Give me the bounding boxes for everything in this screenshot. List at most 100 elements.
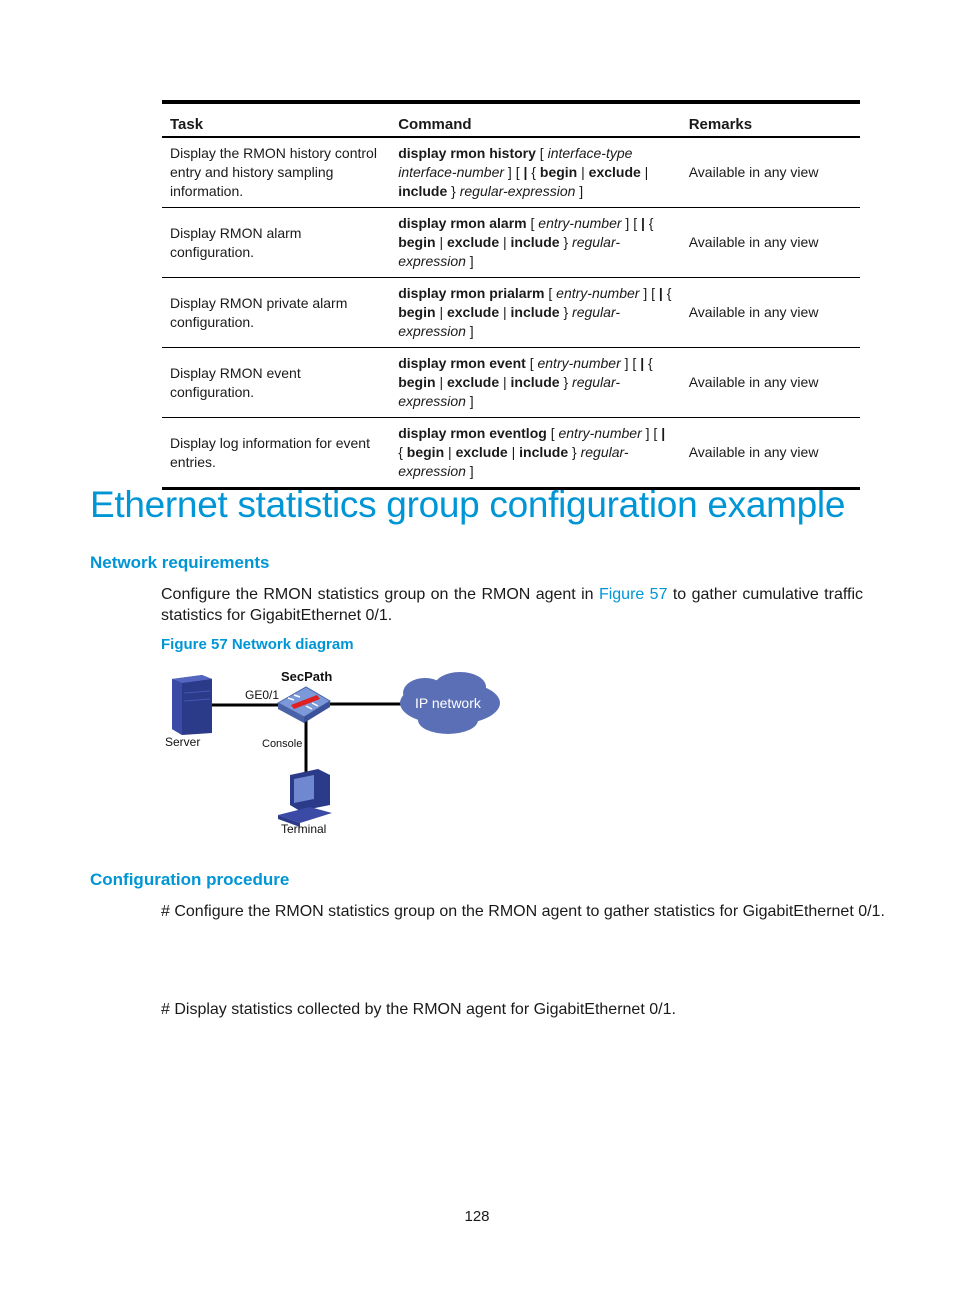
table-row: Display RMON event configuration. displa… bbox=[162, 347, 860, 418]
command-syntax: { bbox=[644, 355, 653, 371]
task-cell: Display RMON event configuration. bbox=[162, 347, 391, 418]
ip-network-label: IP network bbox=[415, 695, 481, 711]
section-title: Ethernet statistics group configuration … bbox=[90, 484, 846, 525]
remarks-cell: Available in any view bbox=[680, 207, 860, 278]
terminal-label: Terminal bbox=[281, 822, 327, 836]
command-syntax: { bbox=[527, 164, 540, 180]
command-syntax: [ bbox=[525, 355, 538, 371]
command-keyword: display rmon prialarm bbox=[398, 285, 545, 301]
secpath-device-icon bbox=[276, 686, 331, 723]
command-syntax: ] [ bbox=[621, 215, 641, 231]
command-syntax: } bbox=[447, 183, 460, 199]
remarks-cell: Available in any view bbox=[680, 417, 860, 490]
table-row: Display RMON alarm configuration. displa… bbox=[162, 207, 860, 278]
column-header-remarks: Remarks bbox=[688, 115, 753, 133]
command-cell: display rmon history [ interface-type in… bbox=[390, 137, 681, 208]
command-keyword: begin bbox=[539, 164, 578, 180]
command-syntax: [ bbox=[546, 425, 559, 441]
table-row: Display the RMON history control entry a… bbox=[162, 137, 860, 208]
procedure-step-1: # Configure the RMON statistics group on… bbox=[161, 903, 885, 920]
requirements-text-before: Configure the RMON statistics group on t… bbox=[161, 586, 599, 603]
command-keyword: begin bbox=[398, 304, 436, 320]
command-syntax: | bbox=[435, 374, 447, 390]
table-row: Display RMON private alarm configuration… bbox=[162, 277, 860, 348]
terminal-icon bbox=[278, 769, 332, 827]
figure-caption: Figure 57 Network diagram bbox=[161, 636, 354, 653]
command-argument: entry-number bbox=[538, 215, 622, 231]
command-cell: display rmon eventlog [ entry-number ] [… bbox=[390, 417, 681, 490]
command-syntax: | bbox=[507, 444, 520, 460]
command-keyword: include bbox=[398, 183, 448, 199]
task-cell: Display RMON private alarm configuration… bbox=[162, 277, 391, 348]
command-keyword: | bbox=[661, 425, 666, 441]
task-cell: Display the RMON history control entry a… bbox=[162, 137, 391, 208]
command-syntax: | bbox=[499, 234, 511, 250]
command-syntax: | bbox=[444, 444, 456, 460]
command-syntax: ] bbox=[465, 463, 474, 479]
network-diagram: SecPath GE0/1 Server Console Terminal IP… bbox=[160, 665, 510, 845]
command-keyword: exclude bbox=[446, 374, 500, 390]
command-syntax: } bbox=[568, 444, 581, 460]
command-syntax: } bbox=[559, 304, 573, 320]
command-keyword: begin bbox=[406, 444, 445, 460]
command-keyword: display rmon history bbox=[398, 145, 536, 161]
command-cell: display rmon prialarm [ entry-number ] [… bbox=[390, 277, 681, 348]
command-argument: entry-number bbox=[537, 355, 621, 371]
command-keyword: display rmon eventlog bbox=[398, 425, 547, 441]
command-syntax: ] bbox=[465, 253, 474, 269]
command-syntax: | bbox=[499, 304, 511, 320]
command-keyword: exclude bbox=[455, 444, 508, 460]
remarks-cell: Available in any view bbox=[680, 277, 860, 348]
console-label: Console bbox=[262, 738, 303, 750]
command-keyword: begin bbox=[398, 234, 436, 250]
command-syntax: | bbox=[435, 234, 447, 250]
column-header-task: Task bbox=[170, 115, 204, 133]
remarks-cell: Available in any view bbox=[680, 347, 860, 418]
command-syntax: } bbox=[559, 374, 573, 390]
network-requirements-text: Configure the RMON statistics group on t… bbox=[161, 584, 863, 626]
command-keyword: include bbox=[510, 374, 560, 390]
column-header-command: Command bbox=[398, 115, 472, 133]
command-syntax: ] bbox=[575, 183, 584, 199]
remarks-cell: Available in any view bbox=[680, 137, 860, 208]
command-argument: entry-number bbox=[556, 285, 640, 301]
port-label: GE0/1 bbox=[245, 688, 280, 702]
command-keyword: include bbox=[510, 304, 560, 320]
command-syntax: ] bbox=[465, 393, 474, 409]
command-keyword: include bbox=[510, 234, 560, 250]
command-keyword: exclude bbox=[446, 234, 500, 250]
command-syntax: ] [ bbox=[620, 355, 641, 371]
command-syntax: | bbox=[577, 164, 589, 180]
task-cell: Display log information for event entrie… bbox=[162, 417, 391, 490]
network-diagram-graphic bbox=[172, 672, 500, 827]
command-syntax: ] bbox=[465, 323, 474, 339]
secpath-label: SecPath bbox=[281, 669, 333, 684]
command-syntax: { bbox=[644, 215, 654, 231]
server-label: Server bbox=[165, 735, 201, 749]
page-number: 128 bbox=[464, 1208, 490, 1225]
command-table: Task Command Remarks Display the RMON hi… bbox=[162, 100, 860, 490]
task-cell: Display RMON alarm configuration. bbox=[162, 207, 391, 278]
network-requirements-heading: Network requirements bbox=[90, 553, 270, 572]
command-syntax: | bbox=[499, 374, 511, 390]
command-keyword: display rmon alarm bbox=[398, 215, 527, 231]
command-argument: regular-expression bbox=[459, 183, 576, 199]
command-syntax: [ bbox=[544, 285, 557, 301]
command-keyword: display rmon event bbox=[398, 355, 526, 371]
table-row: Display log information for event entrie… bbox=[162, 417, 860, 490]
command-syntax: [ bbox=[535, 145, 548, 161]
command-syntax: } bbox=[559, 234, 573, 250]
command-syntax: { bbox=[398, 444, 407, 460]
configuration-procedure-heading: Configuration procedure bbox=[90, 870, 290, 889]
command-syntax: { bbox=[662, 285, 672, 301]
procedure-step-2: # Display statistics collected by the RM… bbox=[161, 1001, 676, 1018]
command-keyword: exclude bbox=[588, 164, 641, 180]
figure-57-link[interactable]: Figure 57 bbox=[599, 586, 668, 603]
command-keyword: begin bbox=[398, 374, 436, 390]
server-icon bbox=[172, 675, 212, 735]
command-argument: entry-number bbox=[558, 425, 642, 441]
command-syntax: | bbox=[435, 304, 447, 320]
command-syntax: ] [ bbox=[504, 164, 524, 180]
command-cell: display rmon event [ entry-number ] [ | … bbox=[390, 347, 681, 418]
command-syntax: | bbox=[640, 164, 649, 180]
